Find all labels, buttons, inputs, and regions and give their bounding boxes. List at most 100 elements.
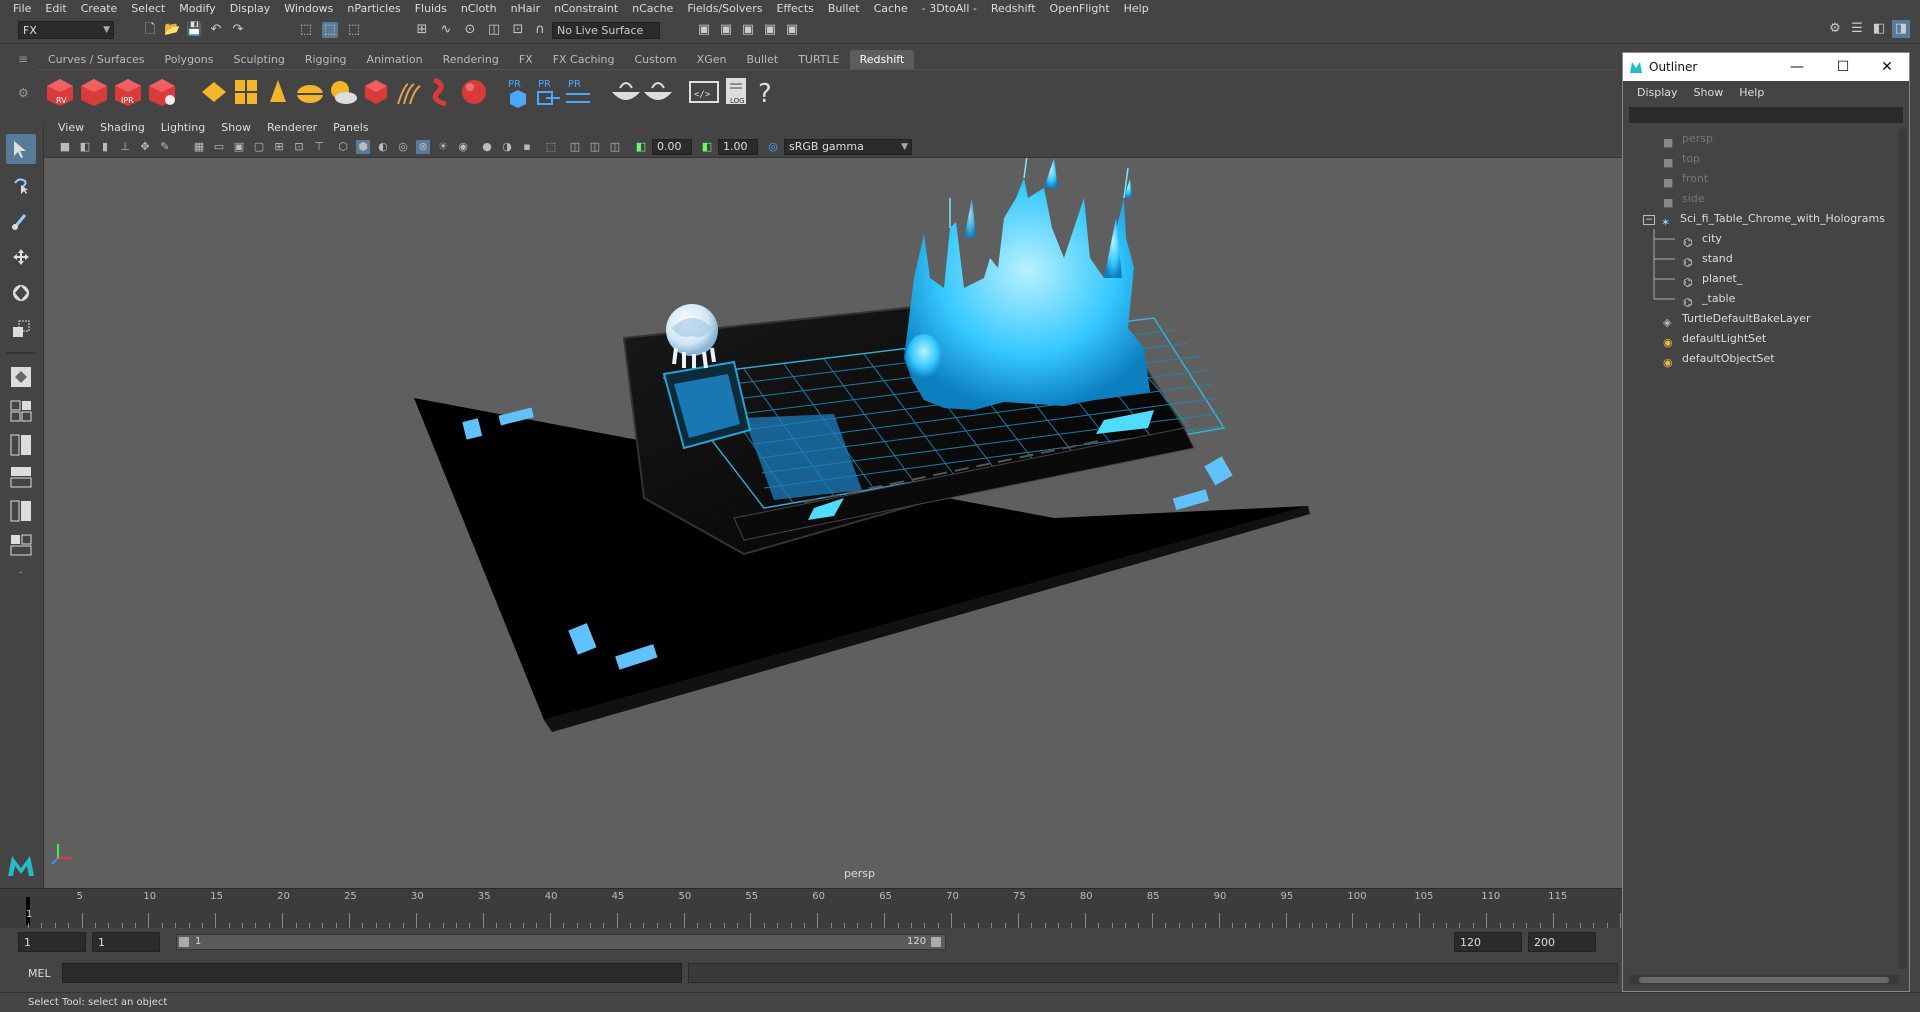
menu-ncache[interactable]: nCache	[625, 0, 680, 17]
motion-blur-icon[interactable]: ●	[480, 140, 494, 154]
two-d-pan-zoom-icon[interactable]: ✥	[138, 140, 152, 154]
outliner-titlebar[interactable]: Outliner — ☐ ✕	[1623, 53, 1909, 81]
render-settings-icon[interactable]: ▣	[740, 22, 756, 38]
menu-openflight[interactable]: OpenFlight	[1043, 0, 1117, 17]
field-chart-icon[interactable]: ⊞	[272, 140, 286, 154]
help-icon[interactable]: ?	[750, 76, 782, 108]
redshift-physical-light-icon[interactable]	[230, 76, 262, 108]
render-bowl-icon[interactable]	[610, 76, 642, 108]
modeling-toolkit-icon[interactable]: ⚙	[1826, 20, 1844, 38]
scroll-thumb[interactable]	[1639, 977, 1889, 983]
four-view-layout-icon[interactable]	[6, 396, 36, 426]
safe-action-icon[interactable]: ⊡	[292, 140, 306, 154]
menu-bullet[interactable]: Bullet	[821, 0, 867, 17]
shelf-menu-icon[interactable]: ≡	[18, 52, 28, 66]
shelf-tab-animation[interactable]: Animation	[357, 50, 433, 69]
use-all-lights-icon[interactable]: ⊗	[416, 140, 430, 154]
gate-mask-icon[interactable]: ▢	[252, 140, 266, 154]
redshift-render-settings-icon[interactable]	[146, 76, 178, 108]
depth-of-field-icon[interactable]: ▪	[520, 140, 534, 154]
single-perspective-layout-icon[interactable]	[6, 362, 36, 392]
minimize-icon[interactable]: —	[1777, 55, 1817, 79]
panel-menu-view[interactable]: View	[50, 121, 92, 134]
redshift-sun-sky-icon[interactable]	[326, 76, 358, 108]
shadows-icon[interactable]: ☀	[436, 140, 450, 154]
maximize-icon[interactable]: ☐	[1823, 55, 1863, 79]
range-end-handle[interactable]	[931, 937, 941, 947]
textured-icon[interactable]: ◎	[396, 140, 410, 154]
grid-icon[interactable]: ▦	[192, 140, 206, 154]
panel-menu-lighting[interactable]: Lighting	[153, 121, 213, 134]
hypershade-icon[interactable]: ▣	[762, 22, 778, 38]
outliner-item-planet[interactable]: ⌬ planet_	[1683, 269, 1742, 289]
outliner-item-stand[interactable]: ⌬ stand	[1683, 249, 1733, 269]
persp-outliner-layout-icon[interactable]	[6, 430, 36, 460]
color-management-icon[interactable]: ◎	[766, 140, 780, 154]
menu-edit[interactable]: Edit	[38, 0, 73, 17]
render-bowl-alt-icon[interactable]	[642, 76, 674, 108]
redshift-volume-icon[interactable]	[426, 76, 458, 108]
outliner-item-front[interactable]: ■ front	[1663, 169, 1708, 189]
snap-view-plane-icon[interactable]: ◫	[486, 22, 502, 38]
redshift-ies-light-icon[interactable]	[262, 76, 294, 108]
ipr-render-icon[interactable]: ▣	[718, 22, 734, 38]
outliner-item-city[interactable]: ⌬ city	[1683, 229, 1722, 249]
menu-effects[interactable]: Effects	[769, 0, 820, 17]
open-scene-icon[interactable]: 📂	[164, 22, 180, 38]
close-icon[interactable]: ✕	[1867, 55, 1907, 79]
outliner-menu-show[interactable]: Show	[1686, 83, 1732, 103]
panel-menu-renderer[interactable]: Renderer	[259, 121, 325, 134]
menu-ncloth[interactable]: nCloth	[454, 0, 504, 17]
bookmark-icon[interactable]: ▮	[98, 140, 112, 154]
redshift-pr-sync-icon[interactable]: PR	[562, 76, 594, 108]
shelf-settings-icon[interactable]: ⚙	[18, 86, 29, 100]
outliner-menu-display[interactable]: Display	[1629, 83, 1686, 103]
panel-menu-shading[interactable]: Shading	[92, 121, 153, 134]
panel-menu-show[interactable]: Show	[213, 121, 259, 134]
redshift-area-light-icon[interactable]	[198, 76, 230, 108]
render-view-icon[interactable]: ▣	[784, 22, 800, 38]
viewport-persp[interactable]: persp	[44, 158, 1622, 888]
layout-more-icon[interactable]: ·	[6, 564, 36, 582]
select-object-icon[interactable]: ⬚	[322, 22, 338, 38]
redshift-pr-cube-icon[interactable]: PR	[502, 76, 534, 108]
outliner-item-side[interactable]: ■ side	[1663, 189, 1705, 209]
animation-start-field[interactable]: 1	[18, 932, 86, 952]
menu-3dtoall[interactable]: - 3DtoAll -	[915, 0, 984, 17]
film-gate-icon[interactable]: ▭	[212, 140, 226, 154]
log-icon[interactable]: LOG	[720, 76, 752, 108]
channel-box-icon[interactable]: ◨	[1892, 20, 1910, 38]
screen-space-ao-icon[interactable]: ◉	[456, 140, 470, 154]
collapse-icon[interactable]: −	[1643, 215, 1655, 225]
camera-attributes-icon[interactable]: ◧	[78, 140, 92, 154]
shelf-tab-rendering[interactable]: Rendering	[433, 50, 509, 69]
redshift-ipr-icon[interactable]: IPR	[112, 76, 144, 108]
time-slider[interactable]: 1 5 10 15 20 25 30 35 40 45 50 55 60 65 70 75 80 85 90 95 1…	[0, 888, 1622, 929]
redshift-render-view-icon[interactable]: RV	[44, 76, 76, 108]
live-surface-field[interactable]: No Live Surface	[552, 22, 660, 39]
shelf-tab-redshift[interactable]: Redshift	[849, 50, 915, 69]
xray-joints-icon[interactable]: ◫	[608, 140, 622, 154]
resolution-gate-icon[interactable]: ▣	[232, 140, 246, 154]
outliner-horizontal-scrollbar[interactable]	[1629, 975, 1899, 985]
menu-fields-solvers[interactable]: Fields/Solvers	[680, 0, 769, 17]
shelf-tab-xgen[interactable]: XGen	[687, 50, 737, 69]
select-camera-icon[interactable]: ■	[58, 140, 72, 154]
rotate-tool-icon[interactable]	[6, 278, 36, 308]
menu-cache[interactable]: Cache	[867, 0, 915, 17]
redshift-proxy-icon[interactable]	[360, 76, 392, 108]
animation-end-field[interactable]: 200	[1528, 932, 1596, 952]
lasso-tool-icon[interactable]	[6, 170, 36, 200]
shelf-tab-curves-surfaces[interactable]: Curves / Surfaces	[38, 50, 155, 69]
menu-fluids[interactable]: Fluids	[408, 0, 454, 17]
menu-set-selector[interactable]: FX ▼	[18, 21, 114, 39]
snap-live-icon[interactable]: ⊡	[510, 22, 526, 38]
exposure-icon[interactable]: ◧	[634, 140, 648, 154]
outliner-layout-icon[interactable]	[6, 530, 36, 560]
redshift-portal-light-icon[interactable]	[294, 76, 326, 108]
menu-modify[interactable]: Modify	[172, 0, 222, 17]
menu-windows[interactable]: Windows	[277, 0, 340, 17]
paint-select-tool-icon[interactable]	[6, 206, 36, 236]
range-start-handle[interactable]	[179, 937, 189, 947]
shelf-tab-fx[interactable]: FX	[509, 50, 543, 69]
